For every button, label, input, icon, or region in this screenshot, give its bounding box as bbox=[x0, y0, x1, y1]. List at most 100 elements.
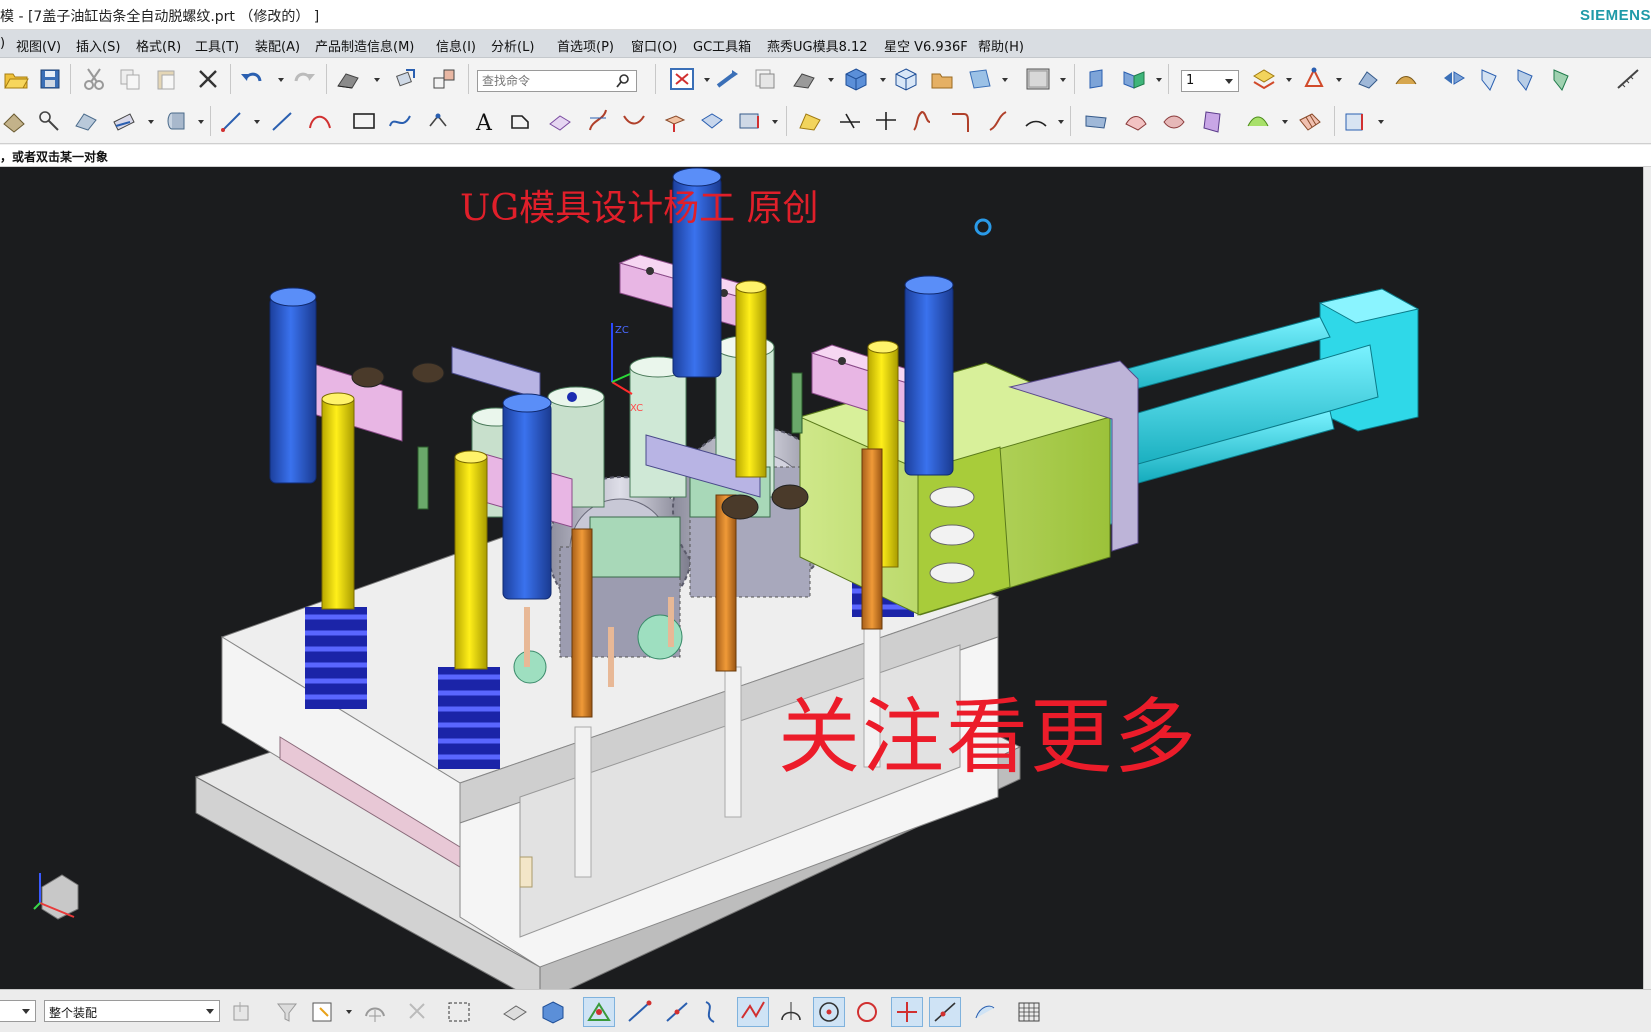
mid-point-icon[interactable] bbox=[662, 998, 692, 1026]
menu-gc-toolbox[interactable]: GC工具箱 bbox=[693, 36, 751, 55]
layer-dropdown-icon[interactable] bbox=[1002, 78, 1008, 82]
graphics-viewport[interactable]: ZC XC UG模具设计杨工 原创 关注看更多 bbox=[0, 167, 1643, 989]
mold-assembly-model[interactable]: ZC XC bbox=[0, 167, 1643, 989]
menu-analysis[interactable]: 分析(L) bbox=[491, 36, 534, 55]
redo-icon[interactable] bbox=[290, 66, 318, 92]
studio-surface-icon[interactable] bbox=[1244, 108, 1272, 134]
rectangle-icon[interactable] bbox=[350, 108, 378, 134]
grid-icon[interactable] bbox=[1014, 998, 1044, 1026]
basic-line-icon[interactable] bbox=[268, 108, 296, 134]
delete-icon[interactable] bbox=[194, 66, 222, 92]
assembly-dropdown-icon[interactable] bbox=[1156, 78, 1162, 82]
arc-center-icon[interactable] bbox=[776, 998, 806, 1026]
draft-analysis-icon[interactable] bbox=[1342, 108, 1370, 134]
menu-preferences[interactable]: 首选项(P) bbox=[557, 36, 614, 55]
intersect-curve-icon[interactable] bbox=[584, 108, 612, 134]
type-filter-select[interactable] bbox=[0, 1000, 36, 1022]
corner-curve-icon[interactable] bbox=[946, 108, 974, 134]
menu-help[interactable]: 帮助(H) bbox=[978, 36, 1024, 55]
edge-blend-icon[interactable] bbox=[796, 108, 824, 134]
layer-move-dropdown-icon[interactable] bbox=[1286, 78, 1292, 82]
layer-folder-icon[interactable] bbox=[928, 66, 956, 92]
snap-point-toggle-icon[interactable] bbox=[583, 997, 615, 1027]
deselect-icon[interactable] bbox=[402, 998, 432, 1026]
selection-scope-select[interactable]: 整个装配 bbox=[44, 1000, 220, 1022]
menu-insert[interactable]: 插入(S) bbox=[76, 36, 120, 55]
intersection-point-icon[interactable] bbox=[737, 997, 769, 1027]
body-select-icon[interactable] bbox=[538, 998, 568, 1026]
delete-face-icon[interactable] bbox=[1548, 66, 1576, 92]
copy-icon[interactable] bbox=[116, 66, 144, 92]
replace-face-icon[interactable] bbox=[1512, 66, 1540, 92]
menu-assembly[interactable]: 装配(A) bbox=[255, 36, 300, 55]
arc-icon[interactable] bbox=[306, 108, 334, 134]
control-point-icon[interactable] bbox=[700, 998, 730, 1026]
cut-icon[interactable] bbox=[80, 66, 108, 92]
sync-modeling-icon[interactable] bbox=[1440, 66, 1468, 92]
point-on-curve-icon[interactable] bbox=[929, 997, 961, 1027]
hole-icon[interactable] bbox=[736, 108, 764, 134]
offset-face-icon[interactable] bbox=[1476, 66, 1504, 92]
shading-dropdown-icon[interactable] bbox=[828, 78, 834, 82]
through-curves-icon[interactable] bbox=[1122, 108, 1150, 134]
undo-icon[interactable] bbox=[238, 66, 266, 92]
move-layer-icon[interactable] bbox=[1250, 66, 1278, 92]
command-search-input[interactable] bbox=[477, 70, 637, 92]
menu-tools[interactable]: 工具(T) bbox=[195, 36, 239, 55]
sketch-dropdown-icon[interactable] bbox=[374, 78, 380, 82]
extract-geometry-icon[interactable] bbox=[72, 108, 100, 134]
point-on-face-icon[interactable] bbox=[970, 998, 1000, 1026]
open-icon[interactable] bbox=[2, 66, 30, 92]
rectangle-select-icon[interactable] bbox=[444, 998, 474, 1026]
end-point-icon[interactable] bbox=[624, 998, 654, 1026]
feature-dropdown-icon[interactable] bbox=[772, 120, 778, 124]
search-icon[interactable] bbox=[615, 73, 631, 89]
resource-bar-edge[interactable] bbox=[1643, 167, 1651, 989]
snap-dropdown-icon[interactable] bbox=[1336, 78, 1342, 82]
menu-xingkong[interactable]: 星空 V6.936F bbox=[884, 36, 968, 55]
select-box-icon[interactable] bbox=[308, 998, 338, 1026]
snap-rotate-icon[interactable] bbox=[360, 998, 390, 1026]
measure-icon[interactable] bbox=[1614, 66, 1642, 92]
feature-edit-icon[interactable] bbox=[1354, 66, 1382, 92]
extrude-icon[interactable] bbox=[660, 108, 688, 134]
shaded-icon[interactable] bbox=[790, 66, 818, 92]
trim-dropdown-icon[interactable] bbox=[148, 120, 154, 124]
surface-edit-icon[interactable] bbox=[1392, 66, 1420, 92]
menu-format[interactable]: 格式(R) bbox=[136, 36, 181, 55]
move-object-icon[interactable] bbox=[392, 66, 420, 92]
snap-point-icon[interactable] bbox=[1300, 66, 1328, 92]
spline-icon[interactable] bbox=[386, 108, 414, 134]
pattern-icon[interactable] bbox=[0, 108, 28, 134]
display-dropdown-icon[interactable] bbox=[880, 78, 886, 82]
divide-curve-icon[interactable] bbox=[908, 108, 936, 134]
filter-icon[interactable] bbox=[272, 998, 302, 1026]
project-curve-icon[interactable] bbox=[546, 108, 574, 134]
face-select-icon[interactable] bbox=[500, 998, 530, 1026]
circle-center-icon[interactable] bbox=[813, 997, 845, 1027]
cylinder-icon[interactable] bbox=[162, 108, 190, 134]
background-color-icon[interactable] bbox=[1024, 66, 1052, 92]
text-icon[interactable]: A bbox=[470, 108, 498, 134]
chamfer-icon[interactable] bbox=[836, 108, 864, 134]
swept-icon[interactable] bbox=[1160, 108, 1188, 134]
rotate-view-icon[interactable] bbox=[714, 66, 742, 92]
color-dropdown-icon[interactable] bbox=[1060, 78, 1066, 82]
bridge-curve-icon[interactable] bbox=[620, 108, 648, 134]
fillet-curve-icon[interactable] bbox=[1022, 108, 1050, 134]
quadrant-point-icon[interactable] bbox=[852, 998, 882, 1026]
measure-distance-icon[interactable] bbox=[36, 108, 64, 134]
curve-dropdown-icon[interactable] bbox=[1058, 120, 1064, 124]
work-layer-select[interactable]: 1 bbox=[1181, 70, 1239, 92]
analysis-dropdown-icon[interactable] bbox=[1378, 120, 1384, 124]
n-sided-surface-icon[interactable] bbox=[1200, 108, 1228, 134]
menu-pmi[interactable]: 产品制造信息(M) bbox=[315, 36, 414, 55]
menu-window[interactable]: 窗口(O) bbox=[631, 36, 677, 55]
sketch-icon[interactable] bbox=[334, 66, 362, 92]
arrange-icon[interactable] bbox=[1084, 66, 1112, 92]
menu-yanxiu-mold[interactable]: 燕秀UG模具8.12 bbox=[767, 36, 868, 55]
primitive-dropdown-icon[interactable] bbox=[198, 120, 204, 124]
menu-view[interactable]: 视图(V) bbox=[16, 36, 61, 55]
line-icon[interactable] bbox=[218, 108, 246, 134]
mesh-surface-icon[interactable] bbox=[1296, 108, 1324, 134]
